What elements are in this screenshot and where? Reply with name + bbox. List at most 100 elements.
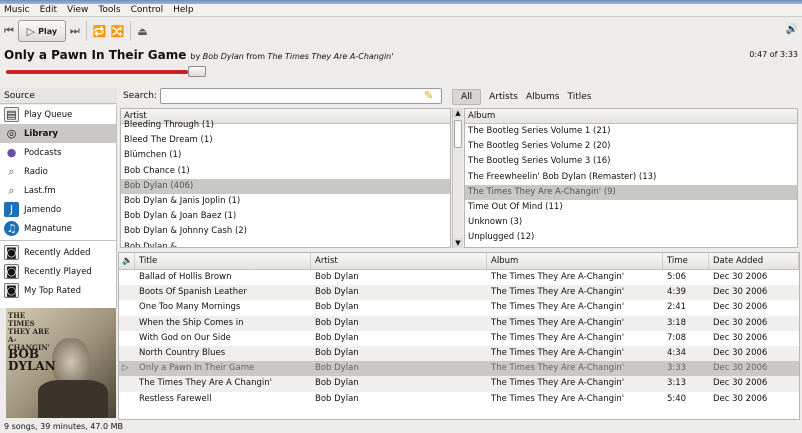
toolbar-separator — [85, 21, 87, 41]
track-row[interactable]: Boots Of Spanish Leather Bob Dylan The T… — [119, 285, 799, 301]
menu-music[interactable]: Music — [4, 5, 30, 15]
repeat-icon: 🔁 — [92, 24, 107, 38]
source-separator — [0, 240, 116, 241]
menu-help[interactable]: Help — [173, 5, 194, 15]
album-row-selected[interactable]: The Times They Are A-Changin' (9) — [465, 184, 797, 200]
track-row[interactable]: One Too Many Mornings Bob Dylan The Time… — [119, 300, 799, 315]
artist-row[interactable]: Blümchen (1) — [121, 148, 450, 163]
artist-row-selected[interactable]: Bob Dylan (406) — [121, 178, 450, 194]
playing-column-header[interactable]: 🔈 — [119, 253, 135, 269]
artist-row[interactable]: Bob Dylan & Johnny Cash (2) — [121, 224, 450, 239]
smart-playlist-icon: ◙ — [4, 245, 19, 260]
album-row[interactable]: Unplugged (12) — [465, 230, 797, 245]
artist-scrollbar[interactable]: ▲ ▼ — [452, 108, 463, 248]
artist-row[interactable]: Bob Chance (1) — [121, 164, 450, 179]
album-cover-title: THE TIMES THEY ARE A-CHANGIN' — [8, 311, 50, 352]
source-magnatune[interactable]: ♫ Magnatune — [0, 219, 116, 238]
toolbar: ⏮ ▷ Play ⏭ 🔁 🔀 ⏏ — [0, 18, 802, 44]
podcast-icon: ● — [6, 146, 17, 159]
previous-button[interactable]: ⏮ — [4, 20, 14, 42]
menu-bar: Music Edit View Tools Control Help — [0, 4, 802, 17]
track-list: 🔈 Title Artist Album Time Date Added Bal… — [118, 252, 800, 420]
track-row-playing[interactable]: ▷ Only a Pawn In Their Game Bob Dylan Th… — [119, 361, 799, 377]
album-row[interactable]: Time Out Of Mind (11) — [465, 200, 797, 215]
smart-playlist-icon: ◙ — [4, 283, 19, 298]
playlist-my-top-rated[interactable]: ◙ My Top Rated — [0, 281, 116, 300]
search-input[interactable] — [160, 88, 442, 104]
magnatune-icon: ♫ — [4, 221, 19, 236]
clear-search-icon[interactable]: ✎ — [424, 89, 433, 102]
tab-albums[interactable]: Albums — [526, 92, 560, 102]
source-header: Source — [0, 88, 117, 104]
column-header-date-added[interactable]: Date Added — [709, 253, 799, 269]
track-row[interactable]: Ballad of Hollis Brown Bob Dylan The Tim… — [119, 270, 799, 285]
scroll-thumb[interactable] — [454, 120, 462, 148]
source-podcasts[interactable]: ● Podcasts — [0, 143, 116, 162]
play-icon: ▷ — [26, 24, 36, 38]
track-row[interactable]: The Times They Are A Changin' Bob Dylan … — [119, 376, 799, 392]
playing-icon: ▷ — [122, 363, 129, 374]
album-cover-artist: BOB DYLAN — [8, 347, 56, 373]
album-row[interactable]: The Freewheelin' Bob Dylan (Remaster) (1… — [465, 170, 797, 185]
album-browser: Album The Bootleg Series Volume 1 (21) T… — [464, 108, 798, 248]
tab-titles[interactable]: Titles — [568, 92, 592, 102]
source-jamendo[interactable]: J Jamendo — [0, 200, 116, 219]
elapsed-time: 0:47 of 3:33 — [749, 50, 798, 59]
artist-browser: Artist Bleeding Through (1) Bleed The Dr… — [120, 108, 451, 248]
column-header-time[interactable]: Time — [663, 253, 709, 269]
track-row[interactable]: With God on Our Side Bob Dylan The Times… — [119, 331, 799, 346]
search-label: Search: — [123, 91, 157, 101]
playlist-recently-added[interactable]: ◙ Recently Added — [0, 243, 116, 262]
track-row[interactable]: Restless Farewell Bob Dylan The Times Th… — [119, 392, 799, 407]
source-play-queue[interactable]: ▤ Play Queue — [0, 105, 116, 124]
play-button[interactable]: ▷ Play — [17, 20, 66, 42]
tab-artists[interactable]: Artists — [489, 92, 518, 102]
jamendo-icon: J — [4, 202, 19, 217]
status-bar: 9 songs, 39 minutes, 47.0 MB — [0, 421, 802, 433]
scroll-up-icon[interactable]: ▲ — [453, 108, 463, 118]
album-row[interactable]: The Bootleg Series Volume 3 (16) — [465, 154, 797, 169]
source-list: ▤ Play Queue ◎ Library ● Podcasts ⌕ Radi… — [0, 105, 117, 308]
now-playing: Only a Pawn In Their Game by Bob Dylan f… — [0, 48, 802, 64]
source-radio[interactable]: ⌕ Radio — [0, 162, 116, 181]
now-playing-artist: Bob Dylan — [202, 52, 244, 61]
album-row[interactable]: Unknown (3) — [465, 215, 797, 230]
playlist-recently-played[interactable]: ◙ Recently Played — [0, 262, 116, 281]
shuffle-button[interactable]: 🔀 — [111, 20, 125, 42]
seek-handle[interactable] — [188, 66, 206, 77]
menu-view[interactable]: View — [67, 5, 88, 15]
artist-row[interactable]: Bob Dylan & Janis Joplin (1) — [121, 194, 450, 209]
artist-row[interactable]: Bleeding Through (1) — [121, 118, 450, 133]
album-row[interactable]: The Bootleg Series Volume 1 (21) — [465, 124, 797, 139]
seek-bar[interactable] — [6, 70, 188, 74]
artist-row[interactable]: Bob Dylan & ... — [121, 240, 450, 248]
column-header-album[interactable]: Album — [487, 253, 663, 269]
now-playing-album: The Times They Are A-Changin' — [267, 52, 394, 61]
previous-icon: ⏮ — [4, 24, 14, 37]
now-playing-title: Only a Pawn In Their Game — [4, 48, 187, 62]
next-button[interactable]: ⏭ — [70, 20, 80, 42]
artist-row[interactable]: Bob Dylan & Joan Baez (1) — [121, 209, 450, 224]
source-lastfm[interactable]: ⌕ Last.fm — [0, 181, 116, 200]
speaker-icon: 🔈 — [122, 256, 133, 266]
eject-icon: ⏏ — [137, 24, 148, 38]
library-icon: ◎ — [6, 127, 17, 140]
album-column-header[interactable]: Album — [465, 109, 797, 124]
menu-tools[interactable]: Tools — [98, 5, 120, 15]
column-header-artist[interactable]: Artist — [311, 253, 487, 269]
tab-all[interactable]: All — [452, 88, 482, 105]
album-row[interactable]: The Bootleg Series Volume 2 (20) — [465, 139, 797, 154]
source-library[interactable]: ◎ Library — [0, 124, 116, 143]
menu-edit[interactable]: Edit — [40, 5, 57, 15]
column-header-title[interactable]: Title — [135, 253, 311, 269]
menu-control[interactable]: Control — [131, 5, 164, 15]
track-row[interactable]: North Country Blues Bob Dylan The Times … — [119, 345, 799, 362]
scroll-down-icon[interactable]: ▼ — [453, 238, 463, 248]
artist-row[interactable]: Bleed The Dream (1) — [121, 133, 450, 148]
repeat-button[interactable]: 🔁 — [93, 20, 107, 42]
eject-button[interactable]: ⏏ — [137, 20, 147, 42]
track-row[interactable]: When the Ship Comes in Bob Dylan The Tim… — [119, 315, 799, 331]
now-playing-meta: by Bob Dylan from The Times They Are A-C… — [190, 52, 394, 61]
volume-button[interactable]: 🔊 — [786, 24, 798, 35]
smart-playlist-icon: ◙ — [4, 264, 19, 279]
